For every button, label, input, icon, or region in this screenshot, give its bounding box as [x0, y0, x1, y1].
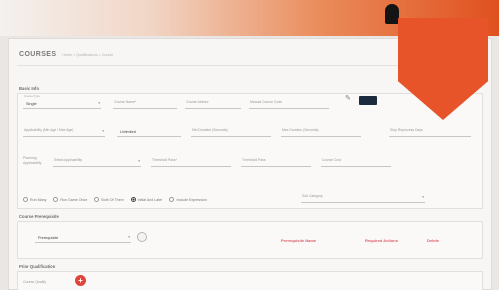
chevron-down-icon: ▾: [102, 129, 104, 133]
page-title: COURSES: [19, 51, 57, 58]
course-name-label: Course Name*: [114, 100, 137, 104]
max-duration-field[interactable]: Max Duration (Seconds): [281, 125, 361, 137]
radio-icon: [23, 197, 28, 202]
course-abbrev-field[interactable]: Course Abbrev: [185, 97, 241, 109]
radio-icon: [94, 197, 100, 202]
radio-group: Run Many Run Game Once Both Of Them Init…: [23, 197, 214, 202]
duration-select[interactable]: Unlimited: [117, 125, 181, 137]
paint-brush-icon[interactable]: ✎: [345, 94, 351, 102]
radio-label: Include Expression: [176, 197, 207, 202]
delete-header: Delete: [427, 238, 440, 243]
radio-run-many[interactable]: Run Many: [23, 197, 46, 202]
manual-code-label: Manual Course Code: [250, 100, 283, 104]
sub-category-value: Sub Category: [302, 194, 323, 198]
radio-label: Run Game Once: [60, 197, 88, 202]
radio-icon: [53, 197, 59, 202]
reprocess-days-label: Stop Reprocess Days: [390, 128, 423, 132]
chevron-down-icon: ▾: [128, 235, 130, 239]
course-cost-field[interactable]: Course Cost: [321, 155, 391, 167]
prerequisite-label: Course Prerequisite: [19, 214, 59, 219]
radio-initial-later[interactable]: Initial And Later: [130, 197, 163, 202]
chevron-down-icon: ▾: [422, 195, 424, 199]
prereq-threshold-label: Threshold Pass: [242, 158, 266, 162]
prereq-name-header: Prerequisite Name: [281, 238, 317, 243]
planning-applicability-select[interactable]: Select Applicability ▾: [53, 155, 141, 167]
add-prerequisite-button[interactable]: [137, 232, 147, 242]
planning-applicability-label: Planning Applicability: [23, 156, 42, 165]
sub-category-select[interactable]: Sub Category ▾: [301, 191, 425, 203]
pin-icon: [385, 4, 399, 24]
radio-label: Both Of Them: [101, 197, 124, 202]
radio-label: Initial And Later: [137, 197, 163, 202]
radio-both[interactable]: Both Of Them: [94, 197, 124, 202]
applicability-label: Applicability (Min Age / Max Age): [24, 128, 74, 132]
manual-code-field[interactable]: Manual Course Code: [249, 97, 329, 109]
radio-checked-icon: [130, 197, 136, 202]
prereq-threshold-field[interactable]: Threshold Pass: [241, 155, 311, 167]
radio-icon: [169, 197, 175, 202]
required-actions-header: Required Actions: [365, 238, 398, 243]
add-icon[interactable]: +: [75, 275, 86, 286]
prerequisite-select[interactable]: Prerequisite ▾: [35, 231, 131, 243]
course-qualify-label: Course Qualify: [23, 280, 47, 284]
radio-label: Run Many: [30, 197, 47, 202]
course-cost-label: Course Cost: [322, 158, 341, 162]
min-duration-label: Min Duration (Seconds): [192, 128, 228, 132]
radio-run-game-once[interactable]: Run Game Once: [53, 197, 87, 202]
prerequisite-select-value: Prerequisite: [38, 236, 59, 240]
course-abbrev-label: Course Abbrev: [186, 100, 209, 104]
chevron-down-icon: ▾: [98, 101, 100, 105]
course-name-field[interactable]: Course Name*: [113, 97, 177, 109]
threshold-pass-field[interactable]: Threshold Pass*: [151, 155, 231, 167]
course-type-select[interactable]: Course Type Single ▾: [23, 94, 101, 109]
basic-info-label: Basic Info: [19, 86, 40, 91]
breadcrumb[interactable]: Home > Qualifications > Course: [62, 53, 113, 57]
planning-select-value: Select Applicability: [54, 158, 83, 162]
radio-include-expression[interactable]: Include Expression: [169, 197, 207, 202]
course-type-value: Single: [26, 102, 37, 106]
threshold-pass-label: Threshold Pass*: [152, 158, 177, 162]
min-duration-field[interactable]: Min Duration (Seconds): [191, 125, 271, 137]
color-swatch[interactable]: [359, 96, 377, 105]
course-type-caption: Course Type: [24, 94, 40, 98]
applicability-field[interactable]: Applicability (Min Age / Max Age) ▾: [23, 125, 105, 137]
reprocess-days-field[interactable]: Stop Reprocess Days: [389, 125, 471, 137]
qualification-box: [17, 271, 483, 290]
chevron-down-icon: ▾: [138, 159, 140, 163]
page-header: COURSES Home > Qualifications > Course: [19, 51, 113, 58]
max-duration-label: Max Duration (Seconds): [282, 128, 319, 132]
qualification-label: Prior Qualification: [19, 264, 56, 269]
duration-value: Unlimited: [120, 130, 136, 134]
